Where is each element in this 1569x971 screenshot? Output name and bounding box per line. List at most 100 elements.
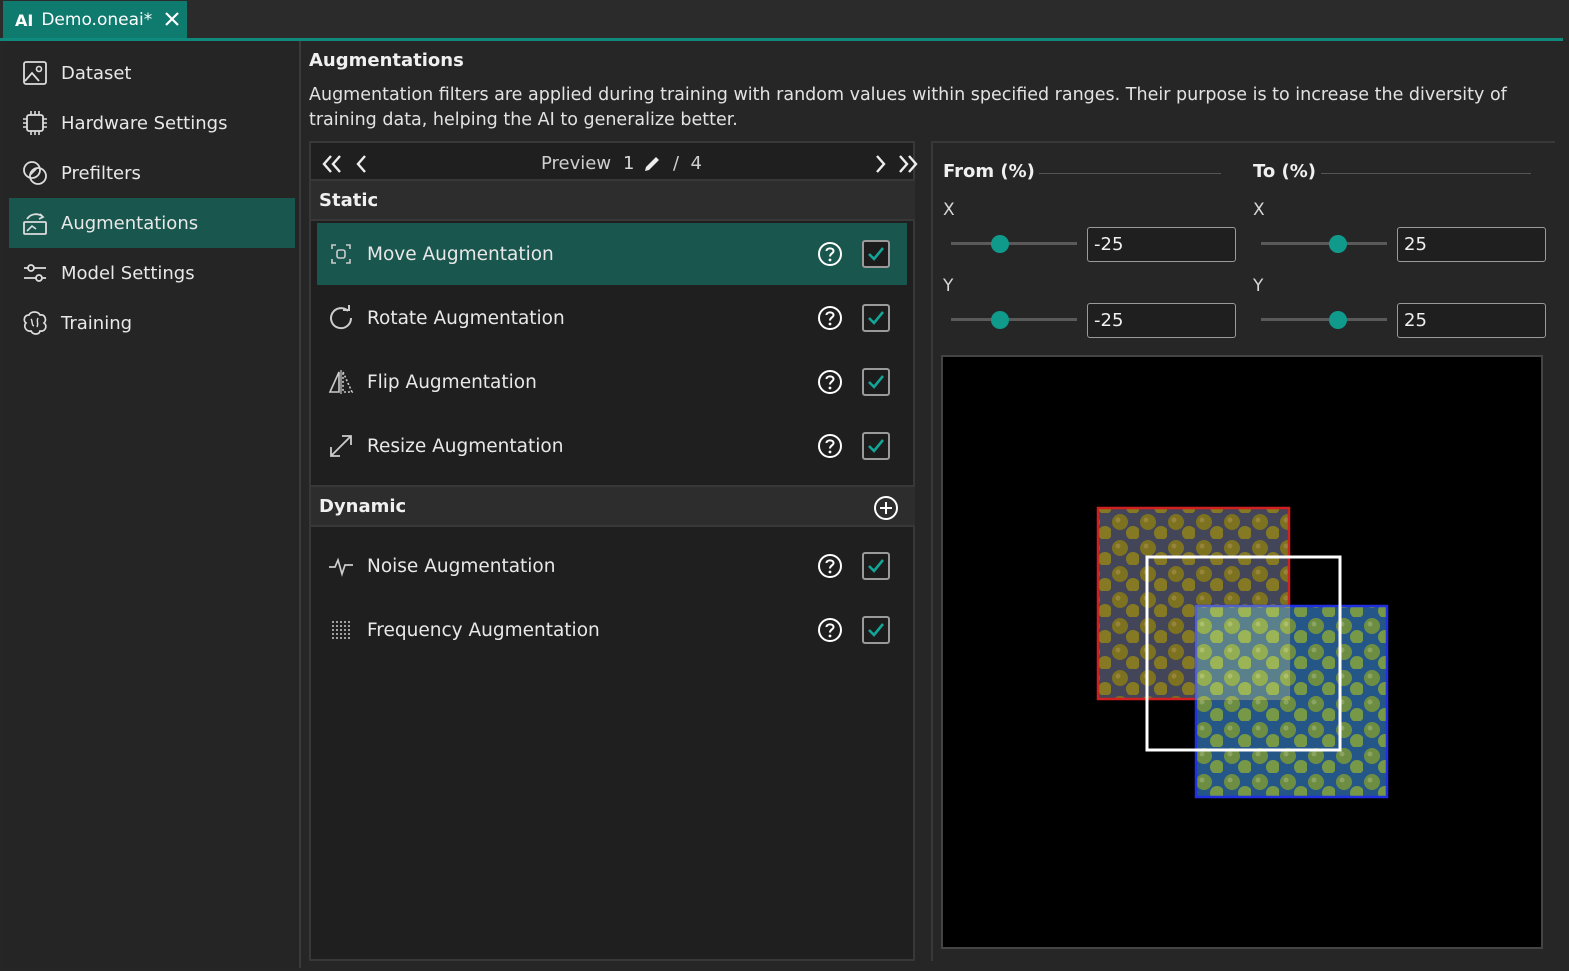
to-y-input[interactable] [1397,303,1546,338]
help-icon[interactable] [817,305,843,331]
sidebar-item-augmentations[interactable]: Augmentations [9,198,295,248]
from-group-divider [1039,173,1221,174]
next-page-icon[interactable] [867,151,893,177]
overlap-highlight [1195,605,1290,700]
preview-label: Preview [541,153,612,174]
augmentation-list-panel: Preview 1 / 4 Static Move Augmentation R… [309,141,918,961]
check-icon [868,247,885,261]
from-x-input[interactable] [1087,227,1236,262]
sidebar: Dataset Hardware Settings Prefilters Aug… [3,41,301,968]
rotate-augmentation-checkbox[interactable] [862,304,890,332]
sidebar-item-dataset[interactable]: Dataset [9,48,295,98]
page-separator: / [673,153,680,174]
noise-icon [329,557,353,577]
slider-track [951,242,1077,245]
first-page-icon[interactable] [319,151,345,177]
item-label: Move Augmentation [367,243,554,265]
frequency-augmentation-checkbox[interactable] [862,616,890,644]
sidebar-item-hardware-settings[interactable]: Hardware Settings [9,98,295,148]
help-icon[interactable] [817,553,843,579]
sidebar-item-model-settings[interactable]: Model Settings [9,248,295,298]
help-icon[interactable] [817,241,843,267]
check-icon [868,311,885,325]
add-circle-icon[interactable] [873,495,899,521]
slider-knob[interactable] [1329,235,1347,253]
current-page[interactable]: 1 [623,153,634,174]
check-icon [868,559,885,573]
from-y-slider[interactable] [951,309,1077,329]
to-x-input[interactable] [1397,227,1546,262]
to-y-slider[interactable] [1261,309,1387,329]
preview-image [1096,506,1389,799]
help-icon[interactable] [817,617,843,643]
from-y-input[interactable] [1087,303,1236,338]
sidebar-item-label: Prefilters [61,162,141,184]
image-icon [23,61,47,85]
dynamic-section-header: Dynamic [311,485,915,527]
item-label: Resize Augmentation [367,435,564,457]
slider-knob[interactable] [991,311,1009,329]
augment-icon [23,213,47,235]
resize-augmentation-item[interactable]: Resize Augmentation [317,415,907,477]
tab-demo-oneai[interactable]: AI Demo.oneai* [3,1,187,39]
item-label: Frequency Augmentation [367,619,600,641]
to-y-label: Y [1253,276,1264,296]
total-pages: 4 [690,153,702,174]
from-x-label: X [943,200,955,220]
page-title: Augmentations [309,50,464,71]
resize-augmentation-checkbox[interactable] [862,432,890,460]
main-panel: Augmentations Augmentation filters are a… [303,41,1565,968]
to-x-label: X [1253,200,1265,220]
move-augmentation-item[interactable]: Move Augmentation [317,223,907,285]
move-augmentation-checkbox[interactable] [862,240,890,268]
noise-augmentation-item[interactable]: Noise Augmentation [317,535,907,597]
sidebar-item-label: Hardware Settings [61,112,228,134]
to-group-label: To (%) [1253,161,1317,182]
static-section-title: Static [319,189,379,211]
brain-icon [23,311,47,335]
tab-bar: AI Demo.oneai* [0,0,1569,41]
sidebar-item-label: Augmentations [61,212,199,234]
from-x-slider[interactable] [951,233,1077,253]
page-total: / 4 [673,153,702,174]
sidebar-item-training[interactable]: Training [9,298,295,348]
previous-page-icon[interactable] [349,151,375,177]
augmentation-settings-panel: From (%) To (%) X X Y Y [931,141,1555,961]
slider-knob[interactable] [991,235,1009,253]
noise-augmentation-checkbox[interactable] [862,552,890,580]
pencil-icon[interactable] [641,153,663,175]
flip-augmentation-item[interactable]: Flip Augmentation [317,351,907,413]
ai-badge: AI [15,10,34,30]
check-icon [868,623,885,637]
move-icon [331,244,351,264]
to-x-slider[interactable] [1261,233,1387,253]
sidebar-item-label: Dataset [61,62,132,84]
rotate-augmentation-item[interactable]: Rotate Augmentation [317,287,907,349]
from-group-label: From (%) [943,161,1035,182]
help-icon[interactable] [817,433,843,459]
resize-icon [330,435,352,457]
sidebar-item-label: Model Settings [61,262,195,284]
page-description: Augmentation filters are applied during … [309,85,1507,130]
rotate-icon [330,305,353,330]
from-y-label: Y [943,276,954,296]
sidebar-item-label: Training [61,312,133,334]
check-icon [868,439,885,453]
static-section-header: Static [311,179,915,221]
frequency-augmentation-item[interactable]: Frequency Augmentation [317,599,907,661]
last-page-icon[interactable] [895,151,921,177]
augmentation-preview [941,355,1543,949]
flip-augmentation-checkbox[interactable] [862,368,890,396]
slider-track [1261,318,1387,321]
slider-track [1261,242,1387,245]
filter-icon [23,161,47,185]
item-label: Flip Augmentation [367,371,537,393]
help-icon[interactable] [817,369,843,395]
sliders-icon [24,264,46,282]
dynamic-section-title: Dynamic [319,495,407,517]
item-label: Rotate Augmentation [367,307,565,329]
slider-knob[interactable] [1329,311,1347,329]
frequency-icon [332,621,350,639]
close-icon[interactable] [163,10,181,28]
sidebar-item-prefilters[interactable]: Prefilters [9,148,295,198]
